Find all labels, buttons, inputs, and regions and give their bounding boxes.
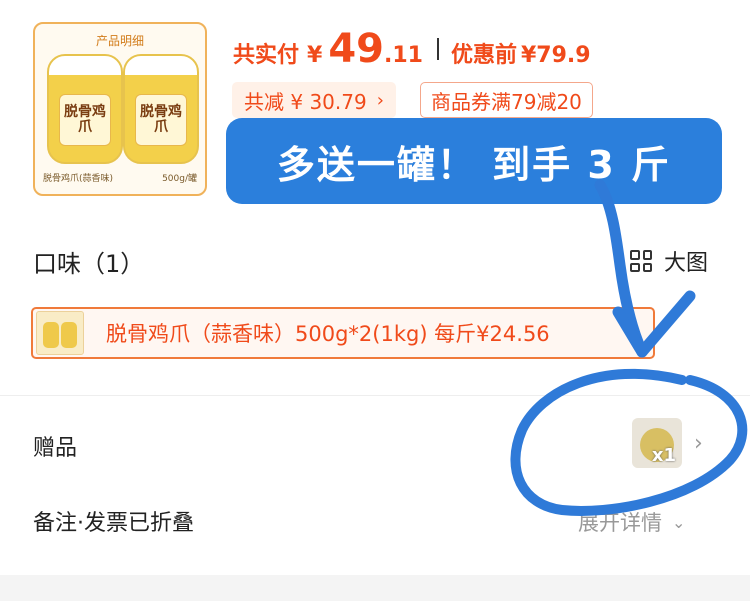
large-view-toggle[interactable]: 大图	[630, 245, 708, 277]
flavor-option-selected[interactable]: 脱骨鸡爪（蒜香味）500g*2(1kg) 每斤¥24.56	[31, 307, 655, 359]
notes-invoice-label: 备注·发票已折叠	[33, 511, 194, 536]
price-divider	[436, 38, 439, 60]
price-integer: 49	[328, 26, 384, 72]
gift-item-thumbnail[interactable]: x1	[632, 418, 682, 468]
product-image-header: 产品明细	[95, 34, 144, 48]
expand-details-label: 展开详情	[578, 511, 662, 535]
flavor-option-label: 脱骨鸡爪（蒜香味）500g*2(1kg) 每斤¥24.56	[106, 322, 550, 346]
price-decimal: .11	[384, 43, 423, 68]
bottom-band	[0, 575, 750, 601]
product-jar: 脱骨鸡爪	[47, 54, 123, 164]
grid-icon	[630, 250, 652, 272]
original-price-label: 优惠前	[450, 43, 517, 68]
product-image-caption: 脱骨鸡爪(蒜香味) 500g/罐	[43, 171, 197, 184]
jar-label: 脱骨鸡爪	[135, 94, 187, 146]
total-paid-label: 共实付	[233, 43, 300, 68]
flavor-option-thumbnail	[36, 311, 84, 355]
expand-details-button[interactable]: 展开详情 ⌄	[578, 507, 685, 537]
total-discount-text: 共减 ¥ 30.79	[244, 89, 367, 114]
section-divider	[0, 395, 750, 396]
original-price: ¥79.9	[521, 43, 591, 68]
large-view-label: 大图	[664, 251, 709, 276]
promo-callout: 多送一罐！ 到手 3 斤	[226, 118, 722, 204]
gift-quantity: x1	[651, 445, 676, 466]
coupon-badge[interactable]: 商品券满79减20	[420, 82, 593, 118]
gift-label: 赠品	[33, 436, 78, 461]
currency-symbol: ¥	[307, 43, 323, 68]
price-line: 共实付 ¥ 49 .11 优惠前 ¥79.9	[233, 26, 591, 72]
flavor-section-title: 口味（1）	[33, 250, 145, 278]
caption-left: 脱骨鸡爪(蒜香味)	[43, 174, 114, 184]
chevron-right-icon[interactable]: ›	[694, 431, 703, 456]
total-discount-button[interactable]: 共减 ¥ 30.79 ›	[232, 82, 396, 118]
jar-label: 脱骨鸡爪	[59, 94, 111, 146]
chevron-down-icon: ⌄	[672, 512, 686, 532]
product-jar: 脱骨鸡爪	[123, 54, 199, 164]
product-image[interactable]: 产品明细 脱骨鸡爪 脱骨鸡爪 脱骨鸡爪(蒜香味) 500g/罐	[33, 22, 207, 196]
caption-right: 500g/罐	[162, 174, 197, 184]
chevron-right-icon: ›	[376, 89, 384, 111]
